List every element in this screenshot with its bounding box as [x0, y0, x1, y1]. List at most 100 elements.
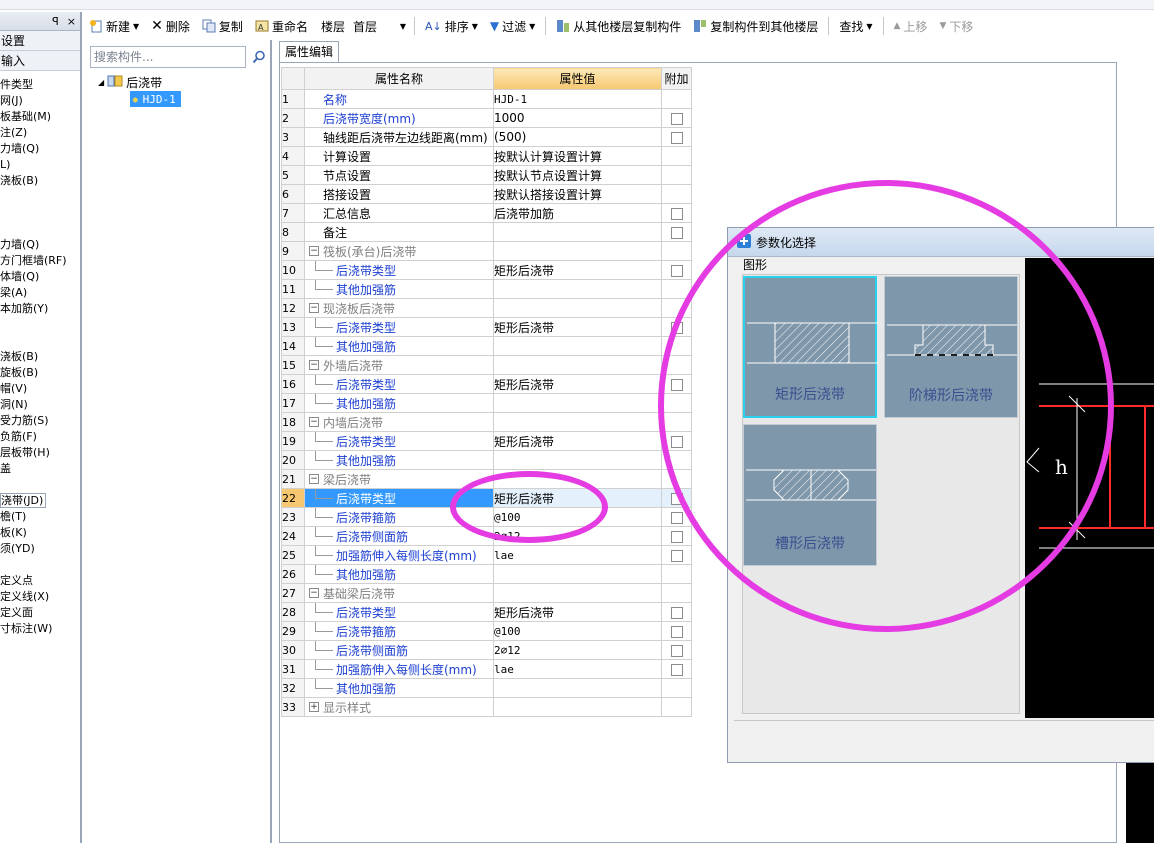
- property-row[interactable]: 21− 梁后浇带: [281, 469, 692, 489]
- property-name-cell[interactable]: 其他加强筋: [304, 450, 494, 470]
- property-row[interactable]: 6 搭接设置 按默认搭接设置计算: [281, 184, 692, 204]
- nav-item[interactable]: 定义面: [0, 605, 80, 621]
- property-row[interactable]: 32 其他加强筋: [281, 678, 692, 698]
- nav-item[interactable]: 梁(A): [0, 285, 80, 301]
- expand-icon[interactable]: +: [309, 702, 319, 712]
- property-value-cell[interactable]: 2⌀12: [493, 640, 662, 660]
- property-row[interactable]: 10 后浇带类型 矩形后浇带: [281, 260, 692, 280]
- copy-to-floor-button[interactable]: 复制构件到其他楼层: [688, 15, 823, 37]
- property-name-cell[interactable]: 后浇带侧面筋: [304, 640, 494, 660]
- property-value-cell[interactable]: 矩形后浇带: [493, 431, 662, 451]
- extra-checkbox[interactable]: [670, 112, 683, 125]
- nav-item[interactable]: 旋板(B): [0, 365, 80, 381]
- search-input[interactable]: 搜索构件...: [90, 46, 246, 68]
- nav-item[interactable]: 力墙(Q): [0, 141, 80, 157]
- property-name-cell[interactable]: 节点设置: [304, 165, 494, 185]
- property-row[interactable]: 9− 筏板(承台)后浇带: [281, 241, 692, 261]
- property-value-cell[interactable]: [493, 355, 662, 375]
- property-value-cell[interactable]: 按默认搭接设置计算: [493, 184, 662, 204]
- property-value-cell[interactable]: [493, 393, 662, 413]
- shape-option-grooved[interactable]: 槽形后浇带: [743, 424, 877, 566]
- property-row[interactable]: 16 后浇带类型 矩形后浇带: [281, 374, 692, 394]
- nav-item[interactable]: 洞(N): [0, 397, 80, 413]
- property-name-cell[interactable]: − 现浇板后浇带: [304, 298, 494, 318]
- nav-item[interactable]: 本加筋(Y): [0, 301, 80, 317]
- property-value-cell[interactable]: [493, 450, 662, 470]
- nav-item[interactable]: 受力筋(S): [0, 413, 80, 429]
- nav-item[interactable]: 负筋(F): [0, 429, 80, 445]
- tab-property-editor[interactable]: 属性编辑: [279, 41, 339, 63]
- property-name-cell[interactable]: − 内墙后浇带: [304, 412, 494, 432]
- copy-button[interactable]: 复制: [197, 15, 248, 37]
- new-button[interactable]: 新建 ▼: [84, 15, 144, 37]
- nav-item[interactable]: 板基础(M): [0, 109, 80, 125]
- nav-item[interactable]: 注(Z): [0, 125, 80, 141]
- property-name-cell[interactable]: 后浇带侧面筋: [304, 526, 494, 546]
- extra-checkbox[interactable]: [670, 226, 683, 239]
- filter-button[interactable]: ▼ 过滤 ▼: [485, 15, 540, 37]
- property-name-cell[interactable]: 其他加强筋: [304, 564, 494, 584]
- property-value-cell[interactable]: @100: [493, 507, 662, 527]
- property-value-cell[interactable]: 矩形后浇带: [493, 317, 662, 337]
- property-name-cell[interactable]: 后浇带类型: [304, 317, 494, 337]
- property-row[interactable]: 13 后浇带类型 矩形后浇带: [281, 317, 692, 337]
- property-name-cell[interactable]: 后浇带箍筋: [304, 621, 494, 641]
- collapse-icon[interactable]: −: [309, 303, 319, 313]
- property-row[interactable]: 29 后浇带箍筋 @100: [281, 621, 692, 641]
- property-name-cell[interactable]: 搭接设置: [304, 184, 494, 204]
- nav-item[interactable]: 定义线(X): [0, 589, 80, 605]
- property-row[interactable]: 3 轴线距后浇带左边线距离(mm) (500): [281, 127, 692, 147]
- move-up-button[interactable]: ▲ 上移: [889, 15, 933, 37]
- property-name-cell[interactable]: 后浇带类型: [304, 602, 494, 622]
- extra-checkbox[interactable]: [670, 131, 683, 144]
- property-name-cell[interactable]: 汇总信息: [304, 203, 494, 223]
- tree-node-selected[interactable]: ✸ HJD-1: [130, 91, 181, 107]
- nav-item[interactable]: 檐(T): [0, 509, 80, 525]
- nav-item[interactable]: 帽(V): [0, 381, 80, 397]
- property-value-cell[interactable]: [493, 336, 662, 356]
- property-row[interactable]: 15− 外墙后浇带: [281, 355, 692, 375]
- property-row[interactable]: 26 其他加强筋: [281, 564, 692, 584]
- property-row[interactable]: 2 后浇带宽度(mm) 1000: [281, 108, 692, 128]
- property-name-cell[interactable]: 后浇带类型: [304, 260, 494, 280]
- property-value-cell[interactable]: 2⌀12: [493, 526, 662, 546]
- extra-checkbox[interactable]: [670, 511, 683, 524]
- search-icon[interactable]: [248, 46, 270, 68]
- extra-checkbox[interactable]: [670, 663, 683, 676]
- property-value-cell[interactable]: [493, 412, 662, 432]
- property-value-cell[interactable]: HJD-1: [493, 89, 662, 109]
- nav-item[interactable]: 盖: [0, 461, 80, 477]
- property-value-cell[interactable]: 后浇带加筋: [493, 203, 662, 223]
- property-row[interactable]: 33 + 显示样式: [281, 697, 692, 717]
- collapse-icon[interactable]: −: [309, 360, 319, 370]
- property-name-cell[interactable]: − 基础梁后浇带: [304, 583, 494, 603]
- tree-node-root[interactable]: ◢ 后浇带: [98, 74, 181, 90]
- property-value-cell[interactable]: [493, 583, 662, 603]
- property-name-cell[interactable]: 后浇带宽度(mm): [304, 108, 494, 128]
- property-name-cell[interactable]: 其他加强筋: [304, 393, 494, 413]
- extra-checkbox[interactable]: [670, 492, 683, 505]
- nav-item[interactable]: 浇板(B): [0, 349, 80, 365]
- property-row[interactable]: 23 后浇带箍筋 @100: [281, 507, 692, 527]
- property-name-cell[interactable]: − 梁后浇带: [304, 469, 494, 489]
- property-row[interactable]: 7 汇总信息 后浇带加筋: [281, 203, 692, 223]
- nav-item[interactable]: 浇板(B): [0, 173, 80, 189]
- property-row[interactable]: 1 名称 HJD-1: [281, 89, 692, 109]
- property-name-cell[interactable]: − 外墙后浇带: [304, 355, 494, 375]
- property-name-cell[interactable]: 名称: [304, 89, 494, 109]
- nav-item[interactable]: 须(YD): [0, 541, 80, 557]
- rename-button[interactable]: A 重命名: [250, 15, 313, 37]
- property-row[interactable]: 19 后浇带类型 矩形后浇带: [281, 431, 692, 451]
- nav-item[interactable]: 体墙(Q): [0, 269, 80, 285]
- nav-section-settings[interactable]: 设置: [0, 31, 80, 51]
- collapse-icon[interactable]: −: [309, 246, 319, 256]
- property-row[interactable]: 12− 现浇板后浇带: [281, 298, 692, 318]
- dialog-titlebar[interactable]: 参数化选择: [728, 228, 1154, 257]
- property-name-cell[interactable]: 后浇带箍筋: [304, 507, 494, 527]
- property-name-cell[interactable]: 加强筋伸入每侧长度(mm): [304, 659, 494, 679]
- property-row[interactable]: 11 其他加强筋: [281, 279, 692, 299]
- property-value-cell[interactable]: 矩形后浇带: [493, 374, 662, 394]
- collapse-icon[interactable]: −: [309, 588, 319, 598]
- nav-item[interactable]: 浇带(JD): [0, 493, 80, 509]
- property-row[interactable]: 4 计算设置 按默认计算设置计算: [281, 146, 692, 166]
